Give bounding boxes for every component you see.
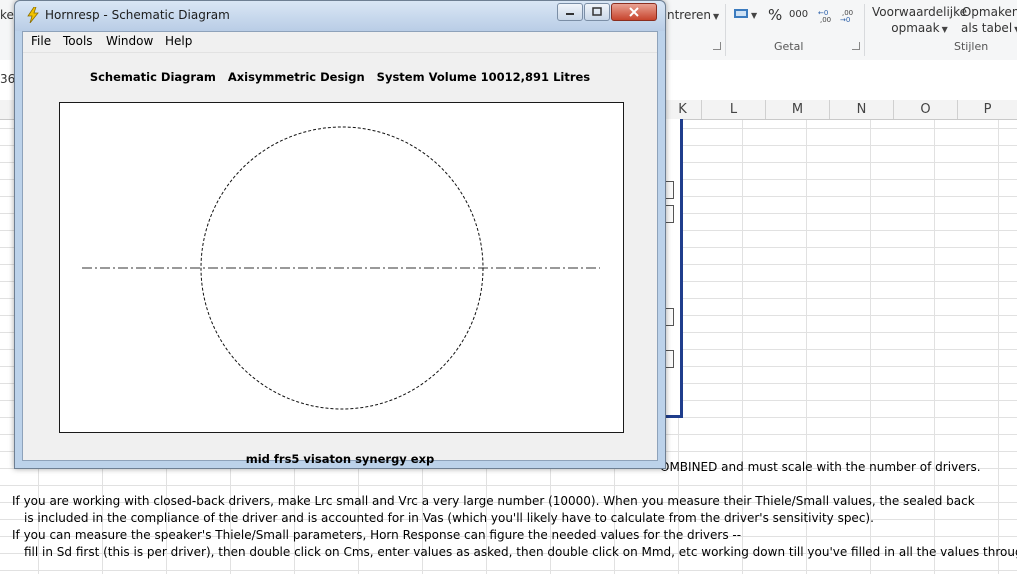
ribbon-cut-text: ke bbox=[0, 8, 14, 22]
menu-bar: File Tools Window Help bbox=[23, 32, 657, 53]
diagram-header: Schematic Diagram Axisymmetric Design Sy… bbox=[89, 70, 591, 84]
percent-format-button[interactable]: % bbox=[768, 6, 782, 24]
schematic-drawing bbox=[82, 126, 600, 410]
centreren-button[interactable]: ntreren ▼ bbox=[667, 8, 719, 22]
maximize-icon bbox=[592, 7, 602, 16]
title-bar[interactable]: Hornresp - Schematic Diagram bbox=[15, 1, 665, 31]
format-as-table-button[interactable]: Opmaken als tabel▼ bbox=[961, 5, 1017, 35]
close-icon bbox=[629, 7, 639, 17]
column-header[interactable]: N bbox=[830, 100, 894, 119]
minimize-button[interactable] bbox=[557, 3, 583, 21]
column-header[interactable]: M bbox=[766, 100, 830, 119]
minimize-icon bbox=[566, 13, 574, 15]
sheet-text-line: If you are working with closed-back driv… bbox=[12, 494, 975, 508]
menu-tools[interactable]: Tools bbox=[63, 34, 93, 48]
lightning-icon[interactable] bbox=[25, 6, 41, 24]
group-label-stijlen: Stijlen bbox=[954, 40, 989, 53]
sheet-text-line: fill in Sd first (this is per driver), t… bbox=[24, 545, 1017, 559]
increase-decimal-icon[interactable]: ←0,00 bbox=[818, 7, 836, 26]
svg-text:→0: →0 bbox=[840, 16, 850, 23]
sheet-text-line: If you can measure the speaker's Thiele/… bbox=[12, 528, 742, 542]
ribbon-separator bbox=[725, 4, 726, 56]
name-box[interactable]: 36 bbox=[0, 72, 15, 86]
hornresp-window: Hornresp - Schematic Diagram File Tools … bbox=[14, 0, 666, 469]
schematic-canvas bbox=[59, 102, 624, 433]
maximize-button[interactable] bbox=[584, 3, 610, 21]
svg-text:▼: ▼ bbox=[751, 11, 758, 20]
number-dialog-launcher[interactable] bbox=[852, 42, 860, 50]
menu-help[interactable]: Help bbox=[165, 34, 192, 48]
decrease-decimal-icon[interactable]: ,00 →0 bbox=[840, 7, 858, 26]
svg-text:,00: ,00 bbox=[820, 16, 831, 23]
ribbon-separator bbox=[864, 4, 865, 56]
group-label-getal: Getal bbox=[774, 40, 804, 53]
currency-format-icon[interactable]: ▼ bbox=[733, 6, 761, 25]
window-title: Hornresp - Schematic Diagram bbox=[45, 8, 230, 22]
thousands-format-button[interactable]: 000 bbox=[789, 9, 808, 20]
window-client-area: File Tools Window Help Schematic Diagram… bbox=[22, 31, 658, 466]
column-header[interactable]: K bbox=[664, 100, 702, 119]
sheet-text-line: is included in the compliance of the dri… bbox=[24, 511, 874, 525]
alignment-dialog-launcher[interactable] bbox=[713, 42, 721, 50]
column-header[interactable]: O bbox=[894, 100, 958, 119]
menu-window[interactable]: Window bbox=[106, 34, 153, 48]
diagram-caption: mid frs5 visaton synergy exp bbox=[245, 452, 435, 466]
column-header[interactable]: L bbox=[702, 100, 766, 119]
conditional-format-button[interactable]: Voorwaardelijke opmaak ▼ bbox=[872, 5, 967, 35]
column-header[interactable]: P bbox=[958, 100, 1017, 119]
menu-file[interactable]: File bbox=[31, 34, 51, 48]
sheet-text-line: OMBINED and must scale with the number o… bbox=[660, 460, 981, 474]
embedded-object-edge bbox=[664, 119, 683, 418]
close-button[interactable] bbox=[611, 3, 657, 21]
